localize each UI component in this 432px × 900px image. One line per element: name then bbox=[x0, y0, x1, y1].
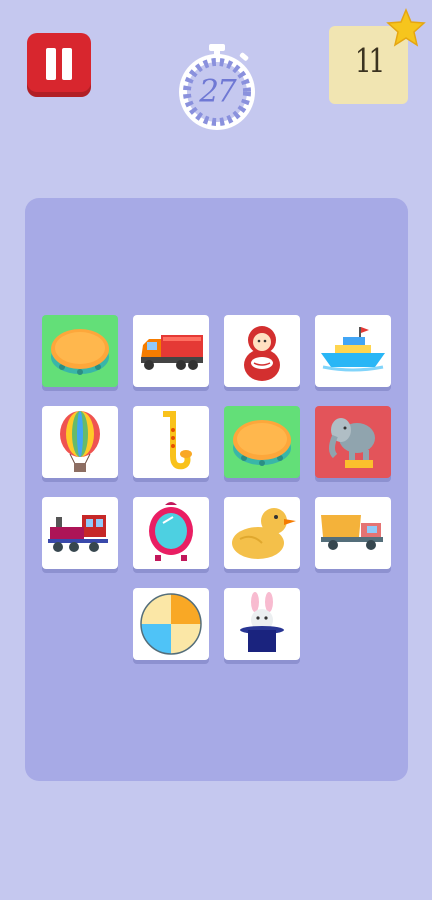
card-train[interactable]: train bbox=[42, 497, 118, 569]
roly-poly-doll-icon bbox=[244, 326, 280, 381]
boat-icon bbox=[321, 327, 385, 372]
train-icon bbox=[48, 515, 108, 552]
card-elephant[interactable]: elephant bbox=[315, 406, 391, 478]
truck-icon bbox=[141, 335, 203, 370]
card-mirror[interactable]: mirror bbox=[133, 497, 209, 569]
card-hot-air-balloon[interactable]: hot-air-balloon bbox=[42, 406, 118, 478]
card-dump-truck[interactable]: dump-truck bbox=[315, 497, 391, 569]
pause-icon bbox=[46, 48, 72, 80]
card-roly-poly-doll[interactable]: roly-poly-doll bbox=[224, 315, 300, 387]
magic-hat-rabbit-icon bbox=[240, 592, 284, 652]
saxophone-icon bbox=[163, 411, 192, 470]
tambourine-icon bbox=[233, 420, 291, 466]
pause-button[interactable] bbox=[27, 33, 91, 97]
card-beach-ball[interactable]: beach-ball bbox=[133, 588, 209, 660]
card-truck[interactable]: truck bbox=[133, 315, 209, 387]
card-magic-hat-rabbit[interactable]: magic-hat-rabbit bbox=[224, 588, 300, 660]
game-board: tambourine truck roly-poly-doll bbox=[25, 198, 408, 781]
countdown-timer: 27 bbox=[172, 42, 262, 132]
card-saxophone[interactable]: saxophone bbox=[133, 406, 209, 478]
rubber-duck-icon bbox=[232, 508, 296, 559]
mirror-icon bbox=[149, 502, 193, 561]
star-icon bbox=[386, 8, 426, 47]
elephant-icon bbox=[329, 418, 375, 468]
tambourine-icon bbox=[51, 329, 109, 375]
card-tambourine[interactable]: tambourine bbox=[42, 315, 118, 387]
hot-air-balloon-icon bbox=[60, 411, 100, 472]
dump-truck-icon bbox=[321, 515, 383, 550]
card-boat[interactable]: boat bbox=[315, 315, 391, 387]
card-rubber-duck[interactable]: rubber-duck bbox=[224, 497, 300, 569]
beach-ball-icon bbox=[140, 593, 202, 655]
card-tambourine[interactable]: tambourine bbox=[224, 406, 300, 478]
timer-value: 27 bbox=[199, 73, 236, 110]
score-value: 11 bbox=[354, 41, 385, 80]
